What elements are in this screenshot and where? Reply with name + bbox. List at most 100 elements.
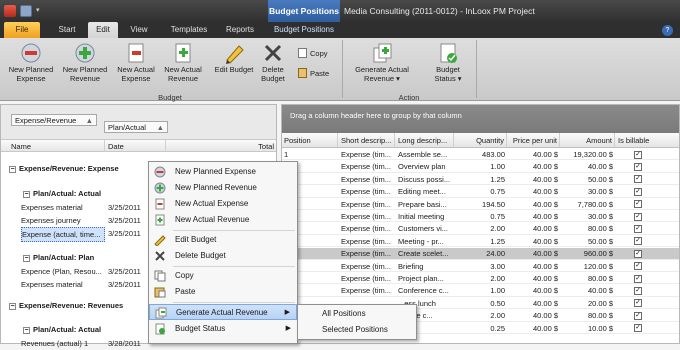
column-header-long-description[interactable]: Long descrip... [396,133,454,147]
save-icon[interactable] [20,5,32,17]
tab-start[interactable]: Start [48,22,86,38]
group-by-drop-area[interactable]: Drag a column header here to group by th… [282,105,679,133]
is-billable-checkbox[interactable]: ✓ [634,224,642,233]
column-header-short-description[interactable]: Short descrip... [339,133,395,147]
is-billable-checkbox[interactable]: ✓ [634,237,642,246]
copy-label: Copy [310,48,328,58]
new-planned-revenue-button[interactable]: New Planned Revenue [60,42,110,83]
menu-item-copy[interactable]: Copy [149,268,297,284]
help-icon[interactable]: ? [662,25,673,36]
collapse-icon[interactable]: − [23,190,30,198]
cell-price-per-unit: 40.00 $ [532,150,558,159]
cell-amount: 10.00 $ [587,323,613,333]
menu-item-paste[interactable]: Paste [149,284,297,300]
collapse-icon[interactable]: − [9,302,16,310]
column-header-amount[interactable]: Amount [561,133,615,147]
grid-row[interactable]: Expense (tim... Prepare basi... 194.50 40.0… [282,199,679,210]
is-billable-checkbox[interactable]: ✓ [634,200,642,209]
budget-status-button[interactable]: Budget Status ▾ [426,42,470,83]
menu-item-delete-budget[interactable]: Delete Budget [149,248,297,264]
is-billable-checkbox[interactable]: ✓ [634,324,642,333]
column-header-quantity[interactable]: Quantity [455,133,507,147]
grid-row[interactable]: Expense (tim... Discuss possi... 1.25 40.00… [282,174,679,186]
quick-access-toolbar: ▾ [4,3,64,19]
is-billable-checkbox[interactable]: ✓ [634,311,642,320]
grid-row[interactable]: Expense (tim... Editing meet... 0.75 40.00 … [282,186,679,198]
tab-edit[interactable]: Edit [88,22,118,38]
is-billable-checkbox[interactable]: ✓ [634,162,642,171]
edit-budget-label: Edit Budget [214,65,254,74]
pencil-icon [154,234,166,247]
cell-price-per-unit: 40.00 $ [532,199,558,209]
generate-actual-revenue-button[interactable]: Generate Actual Revenue ▾ [348,42,416,83]
is-billable-checkbox[interactable]: ✓ [634,249,642,258]
new-planned-expense-label: New Planned Expense [8,65,54,83]
menu-item-new-actual-expense[interactable]: New Actual Expense [149,196,297,212]
action-group-label: Action [398,93,420,102]
group-chip-expense-revenue[interactable]: Expense/Revenue ▲ [11,114,97,126]
grid-row[interactable]: Expense (tim... Meeting - pr... 1.25 40.00 … [282,236,679,248]
item-date: 3/25/2011 [108,280,141,289]
cell-amount: 20.00 $ [587,298,613,308]
menu-item-generate-actual-revenue[interactable]: Generate Actual Revenue ▶ [149,304,297,320]
is-billable-checkbox[interactable]: ✓ [634,274,642,283]
paste-button[interactable]: Paste [298,68,329,78]
grid-row[interactable]: Expense (tim... Briefing 3.00 40.00 $ 120.00… [282,261,679,272]
new-actual-revenue-button[interactable]: New Actual Revenue [160,42,206,83]
delete-budget-button[interactable]: Delete Budget [256,42,290,83]
collapse-icon[interactable]: − [23,254,30,262]
column-header-price-per-unit[interactable]: Price per unit [508,133,560,147]
grid-row[interactable]: Expense (tim... Customers vi... 2.00 40.00 … [282,223,679,235]
menu-item-new-planned-revenue[interactable]: New Planned Revenue [149,180,297,196]
new-planned-expense-button[interactable]: New Planned Expense [6,42,56,83]
is-billable-checkbox[interactable]: ✓ [634,299,642,308]
actual-revenue-icon [172,42,194,64]
column-header-is-billable[interactable]: Is billable [616,133,679,147]
is-billable-checkbox[interactable]: ✓ [634,286,642,295]
collapse-icon[interactable]: − [23,326,30,334]
is-billable-checkbox[interactable]: ✓ [634,262,642,271]
column-header-date[interactable]: Date [106,140,166,151]
grid-row[interactable]: Expense (tim... Project plan... 2.00 40.00 … [282,273,679,285]
is-billable-checkbox[interactable]: ✓ [634,150,642,159]
group-label: Plan/Actual: Plan [33,253,95,262]
menu-item-edit-budget[interactable]: Edit Budget [149,232,297,248]
submenu-item-all-positions[interactable]: All Positions [298,306,416,322]
group-chip-plan-actual[interactable]: Plan/Actual ▲ [104,121,168,133]
cell-long-description: Assemble se... [398,150,448,159]
column-header-position[interactable]: Position [282,133,338,147]
is-billable-checkbox[interactable]: ✓ [634,175,642,184]
tab-budget-positions[interactable]: Budget Positions [268,22,340,38]
cell-amount: 30.00 $ [587,187,613,197]
budget-status-icon [437,42,459,64]
new-actual-expense-button[interactable]: New Actual Expense [113,42,159,83]
column-header-name[interactable]: Name [9,140,105,151]
menu-item-new-planned-expense[interactable]: New Planned Expense [149,164,297,180]
actual-expense-icon [154,198,166,210]
edit-budget-button[interactable]: Edit Budget [212,42,256,74]
cell-long-description: Customers vi... [398,224,449,234]
grid-row[interactable]: Expense (tim... Conference c... 1.00 40.00 … [282,285,679,297]
column-header-total[interactable]: Total [167,140,276,151]
is-billable-checkbox[interactable]: ✓ [634,212,642,221]
submenu-arrow-icon: ▶ [285,325,291,332]
cell-amount: 50.00 $ [587,174,613,184]
cell-short-description: Expense (tim... [341,162,392,172]
tab-templates[interactable]: Templates [164,22,214,38]
menu-item-budget-status[interactable]: Budget Status ▶ [149,321,297,337]
grid-row[interactable]: 1 Expense (tim... Assemble se... 483.00 40.0… [282,149,679,161]
ribbon-group-separator [476,40,477,98]
is-billable-checkbox[interactable]: ✓ [634,187,642,196]
tab-reports[interactable]: Reports [220,22,260,38]
grid-row[interactable]: Expense (tim... Initial meeting 0.75 40.00 … [282,211,679,223]
qat-dropdown-icon[interactable]: ▾ [36,5,44,17]
grid-row[interactable]: Expense (tim... Overview plan 1.00 40.00 $ 4… [282,161,679,173]
copy-button[interactable]: Copy [298,48,328,58]
menu-item-new-actual-revenue[interactable]: New Actual Revenue [149,212,297,228]
submenu-item-selected-positions[interactable]: Selected Positions [298,322,416,338]
tab-view[interactable]: View [124,22,154,38]
cell-quantity: 2.00 [490,274,505,283]
tab-file[interactable]: File [4,22,40,38]
grid-row[interactable]: Expense (tim... Create scelet... 24.00 40.0… [282,248,679,260]
collapse-icon[interactable]: − [9,165,16,173]
